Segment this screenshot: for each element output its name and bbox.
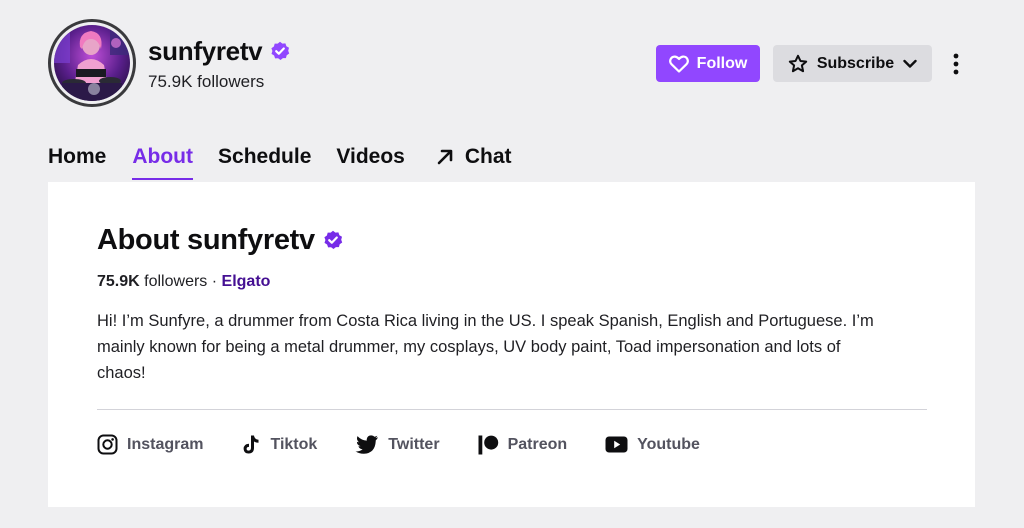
heart-icon [668,54,689,73]
tab-videos[interactable]: Videos [336,142,404,180]
social-label: Instagram [127,435,204,453]
tab-schedule[interactable]: Schedule [218,142,311,180]
team-link[interactable]: Elgato [222,273,271,290]
channel-bio: Hi! I’m Sunfyre, a drummer from Costa Ri… [97,312,874,382]
tab-chat[interactable]: Chat [435,142,512,180]
follow-button[interactable]: Follow [656,45,760,82]
social-link-patreon[interactable]: Patreon [478,435,568,455]
chevron-down-icon [903,59,917,68]
about-follower-count: 75.9K [97,273,140,290]
social-label: Youtube [637,435,700,453]
star-icon [788,54,808,72]
social-link-youtube[interactable]: Youtube [605,436,700,454]
about-followers-word: followers [144,273,208,290]
follow-label: Follow [696,54,748,72]
social-links: Instagram Tiktok Twitter Patreon Youtube [97,434,738,455]
about-panel: About sunfyretv 75.9K followers · Elgato… [48,182,975,507]
subscribe-label: Subscribe [816,54,895,72]
arrow-up-right-icon [437,149,453,165]
twitter-icon [355,434,379,454]
divider [97,409,927,410]
more-vertical-icon [953,53,959,75]
patreon-icon [478,435,498,454]
social-label: Patreon [507,435,568,453]
about-meta: 75.9K followers · Elgato [97,271,270,293]
avatar-image [54,25,130,101]
channel-name-row: sunfyretv [148,34,290,68]
channel-page: sunfyretv 75.9K followers Follow Subscri… [0,0,1024,528]
channel-tabs: Home About Schedule Videos Chat [48,142,512,180]
social-link-twitter[interactable]: Twitter [355,434,440,455]
instagram-icon [97,434,118,455]
verified-badge-icon [271,41,290,60]
social-label: Tiktok [270,435,318,453]
about-title: About sunfyretv [97,224,315,256]
meta-separator: · [211,273,218,290]
verified-badge-icon [324,230,343,249]
follower-count: 75.9K followers [148,72,265,91]
more-options-button[interactable] [944,50,968,78]
subscribe-button[interactable]: Subscribe [773,45,932,82]
youtube-icon [605,436,628,453]
tab-home[interactable]: Home [48,142,106,180]
social-link-tiktok[interactable]: Tiktok [241,434,317,455]
channel-name[interactable]: sunfyretv [148,34,263,68]
tab-about[interactable]: About [132,142,193,180]
social-label: Twitter [388,435,440,453]
avatar[interactable] [48,19,136,107]
tiktok-icon [244,435,259,454]
tab-chat-label: Chat [464,145,512,168]
about-title-row: About sunfyretv [97,222,343,258]
social-link-instagram[interactable]: Instagram [97,434,203,455]
